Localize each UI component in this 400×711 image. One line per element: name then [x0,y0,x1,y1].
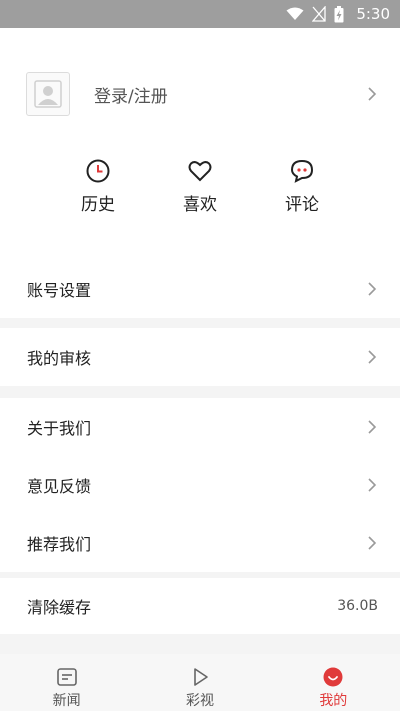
menu-group-account: 账号设置 [0,260,400,318]
status-bar: 5:30 [0,0,400,28]
bottom-tab-bar: 新闻 彩视 我的 [0,654,400,711]
likes-button[interactable]: 喜欢 [160,158,240,215]
chevron-right-icon [368,350,377,364]
comment-icon [290,159,314,183]
tab-news[interactable]: 新闻 [0,654,133,711]
play-icon [194,668,208,686]
about-us-item[interactable]: 关于我们 [0,398,400,456]
avatar[interactable] [26,72,70,116]
smile-icon [323,667,343,687]
chevron-right-icon [368,536,377,550]
likes-label: 喜欢 [183,195,217,215]
chevron-right-icon [368,420,377,434]
menu-group-review: 我的审核 [0,328,400,386]
feedback-label: 意见反馈 [27,477,92,496]
feedback-item[interactable]: 意见反馈 [0,456,400,514]
signal-off-icon [312,6,326,22]
comments-button[interactable]: 评论 [262,158,342,215]
chevron-right-icon[interactable] [366,86,378,102]
cache-size-value: 36.0B [337,598,378,614]
chevron-right-icon [368,282,377,296]
status-icons: 5:30 [286,0,390,28]
menu-group-cache: 清除缓存 36.0B [0,578,400,634]
account-settings-label: 账号设置 [27,281,92,300]
battery-charging-icon [334,5,344,22]
about-us-label: 关于我们 [27,419,92,438]
clear-cache-item[interactable]: 清除缓存 36.0B [0,578,400,634]
tab-mine-label: 我的 [319,693,348,709]
login-register-link[interactable]: 登录/注册 [94,82,168,107]
chevron-right-icon [368,478,377,492]
my-review-label: 我的审核 [27,349,92,368]
account-settings-item[interactable]: 账号设置 [0,260,400,318]
heart-icon [188,161,212,182]
profile-card: 登录/注册 历史 喜欢 评论 [0,28,400,260]
recommend-us-label: 推荐我们 [27,535,92,554]
status-time: 5:30 [356,5,390,23]
quick-actions: 历史 喜欢 评论 [0,158,400,218]
wifi-icon [286,7,304,20]
tab-news-label: 新闻 [52,693,81,709]
comments-label: 评论 [285,195,319,215]
user-placeholder-icon [34,80,62,108]
recommend-us-item[interactable]: 推荐我们 [0,514,400,572]
history-label: 历史 [81,195,115,215]
tab-video[interactable]: 彩视 [133,654,266,711]
history-button[interactable]: 历史 [58,158,138,215]
clear-cache-label: 清除缓存 [27,598,92,617]
clock-icon [86,159,110,183]
tab-mine[interactable]: 我的 [267,654,400,711]
news-icon [56,668,77,686]
my-review-item[interactable]: 我的审核 [0,328,400,386]
tab-video-label: 彩视 [185,693,214,709]
menu-group-about: 关于我们 意见反馈 推荐我们 [0,398,400,572]
